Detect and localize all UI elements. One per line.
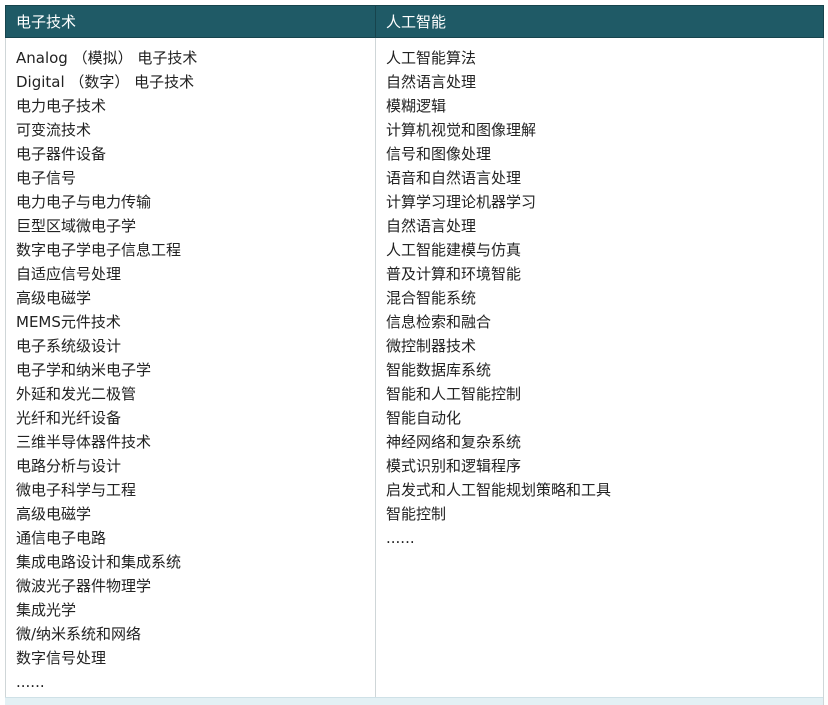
column-header-electronics: 电子技术 <box>5 5 376 38</box>
list-item: 信息检索和融合 <box>386 313 492 331</box>
table-footer-strip <box>5 697 823 705</box>
list-item: 微波光子器件物理学 <box>16 577 152 595</box>
list-item: 模糊逻辑 <box>386 97 447 115</box>
list-item: ...... <box>386 529 415 547</box>
list-item: 普及计算和环境智能 <box>386 265 522 283</box>
list-item: 电力电子技术 <box>16 97 107 115</box>
list-item: Digital （数字） 电子技术 <box>16 73 195 91</box>
column-header-ai: 人工智能 <box>375 5 824 38</box>
list-item: 电子系统级设计 <box>16 337 122 355</box>
ai-topic-list: 人工智能算法 自然语言处理 模糊逻辑计算机视觉和图像理解 信号和图像处理语音和自然语言… <box>386 46 823 550</box>
list-item: 神经网络和复杂系统 <box>386 433 522 451</box>
list-item: 智能控制 <box>386 505 447 523</box>
list-item: 数字电子学电子信息工程 <box>16 241 182 259</box>
list-item: 集成光学 <box>16 601 77 619</box>
list-item: 可变流技术 <box>16 121 92 139</box>
list-item: 人工智能建模与仿真 <box>386 241 522 259</box>
topics-table: 电子技术 人工智能 Analog （模拟） 电子技术 Digital （数字） 电… <box>5 5 824 705</box>
list-item: 计算机视觉和图像理解 <box>386 121 537 139</box>
list-item: 微电子科学与工程 <box>16 481 137 499</box>
list-item: 电子学和纳米电子学 <box>16 361 152 379</box>
list-item: 启发式和人工智能规划策略和工具 <box>386 481 612 499</box>
list-item: 外延和发光二极管 <box>16 385 137 403</box>
list-item: 数字信号处理 <box>16 649 107 667</box>
list-item: Analog （模拟） 电子技术 <box>16 49 198 67</box>
list-item: 模式识别和逻辑程序 <box>386 457 522 475</box>
electronics-cell: Analog （模拟） 电子技术 Digital （数字） 电子技术 电力电子技术可… <box>5 37 376 705</box>
list-item: 巨型区域微电子学 <box>16 217 137 235</box>
list-item: MEMS元件技术 <box>16 313 121 331</box>
list-item: 电子器件设备 <box>16 145 107 163</box>
list-item: 微控制器技术 <box>386 337 477 355</box>
electronics-topic-list: Analog （模拟） 电子技术 Digital （数字） 电子技术 电力电子技术可… <box>16 46 375 694</box>
list-item: 混合智能系统 <box>386 289 477 307</box>
list-item: 智能和人工智能控制 <box>386 385 522 403</box>
list-item: 计算学习理论机器学习 <box>386 193 537 211</box>
list-item: 智能数据库系统 <box>386 361 492 379</box>
list-item: 语音和自然语言处理 <box>386 169 522 187</box>
list-item: 高级电磁学 <box>16 505 92 523</box>
list-item: 三维半导体器件技术 <box>16 433 152 451</box>
list-item: 电力电子与电力传输 <box>16 193 152 211</box>
list-item: 电路分析与设计 <box>16 457 122 475</box>
list-item: 人工智能算法 <box>386 49 477 67</box>
table-header-row: 电子技术 人工智能 <box>5 5 824 38</box>
ai-cell: 人工智能算法 自然语言处理 模糊逻辑计算机视觉和图像理解 信号和图像处理语音和自然语言… <box>375 37 824 705</box>
list-item: 光纤和光纤设备 <box>16 409 122 427</box>
list-item: 高级电磁学 <box>16 289 92 307</box>
list-item: 通信电子电路 <box>16 529 107 547</box>
list-item: 微/纳米系统和网络 <box>16 625 142 643</box>
list-item: 自然语言处理 <box>386 73 477 91</box>
list-item: 信号和图像处理 <box>386 145 492 163</box>
table-body-row: Analog （模拟） 电子技术 Digital （数字） 电子技术 电力电子技术可… <box>5 37 824 705</box>
list-item: 集成电路设计和集成系统 <box>16 553 182 571</box>
list-item: 电子信号 <box>16 169 77 187</box>
list-item: 自然语言处理 <box>386 217 477 235</box>
list-item: 自适应信号处理 <box>16 265 122 283</box>
list-item: ...... <box>16 673 45 691</box>
list-item: 智能自动化 <box>386 409 462 427</box>
